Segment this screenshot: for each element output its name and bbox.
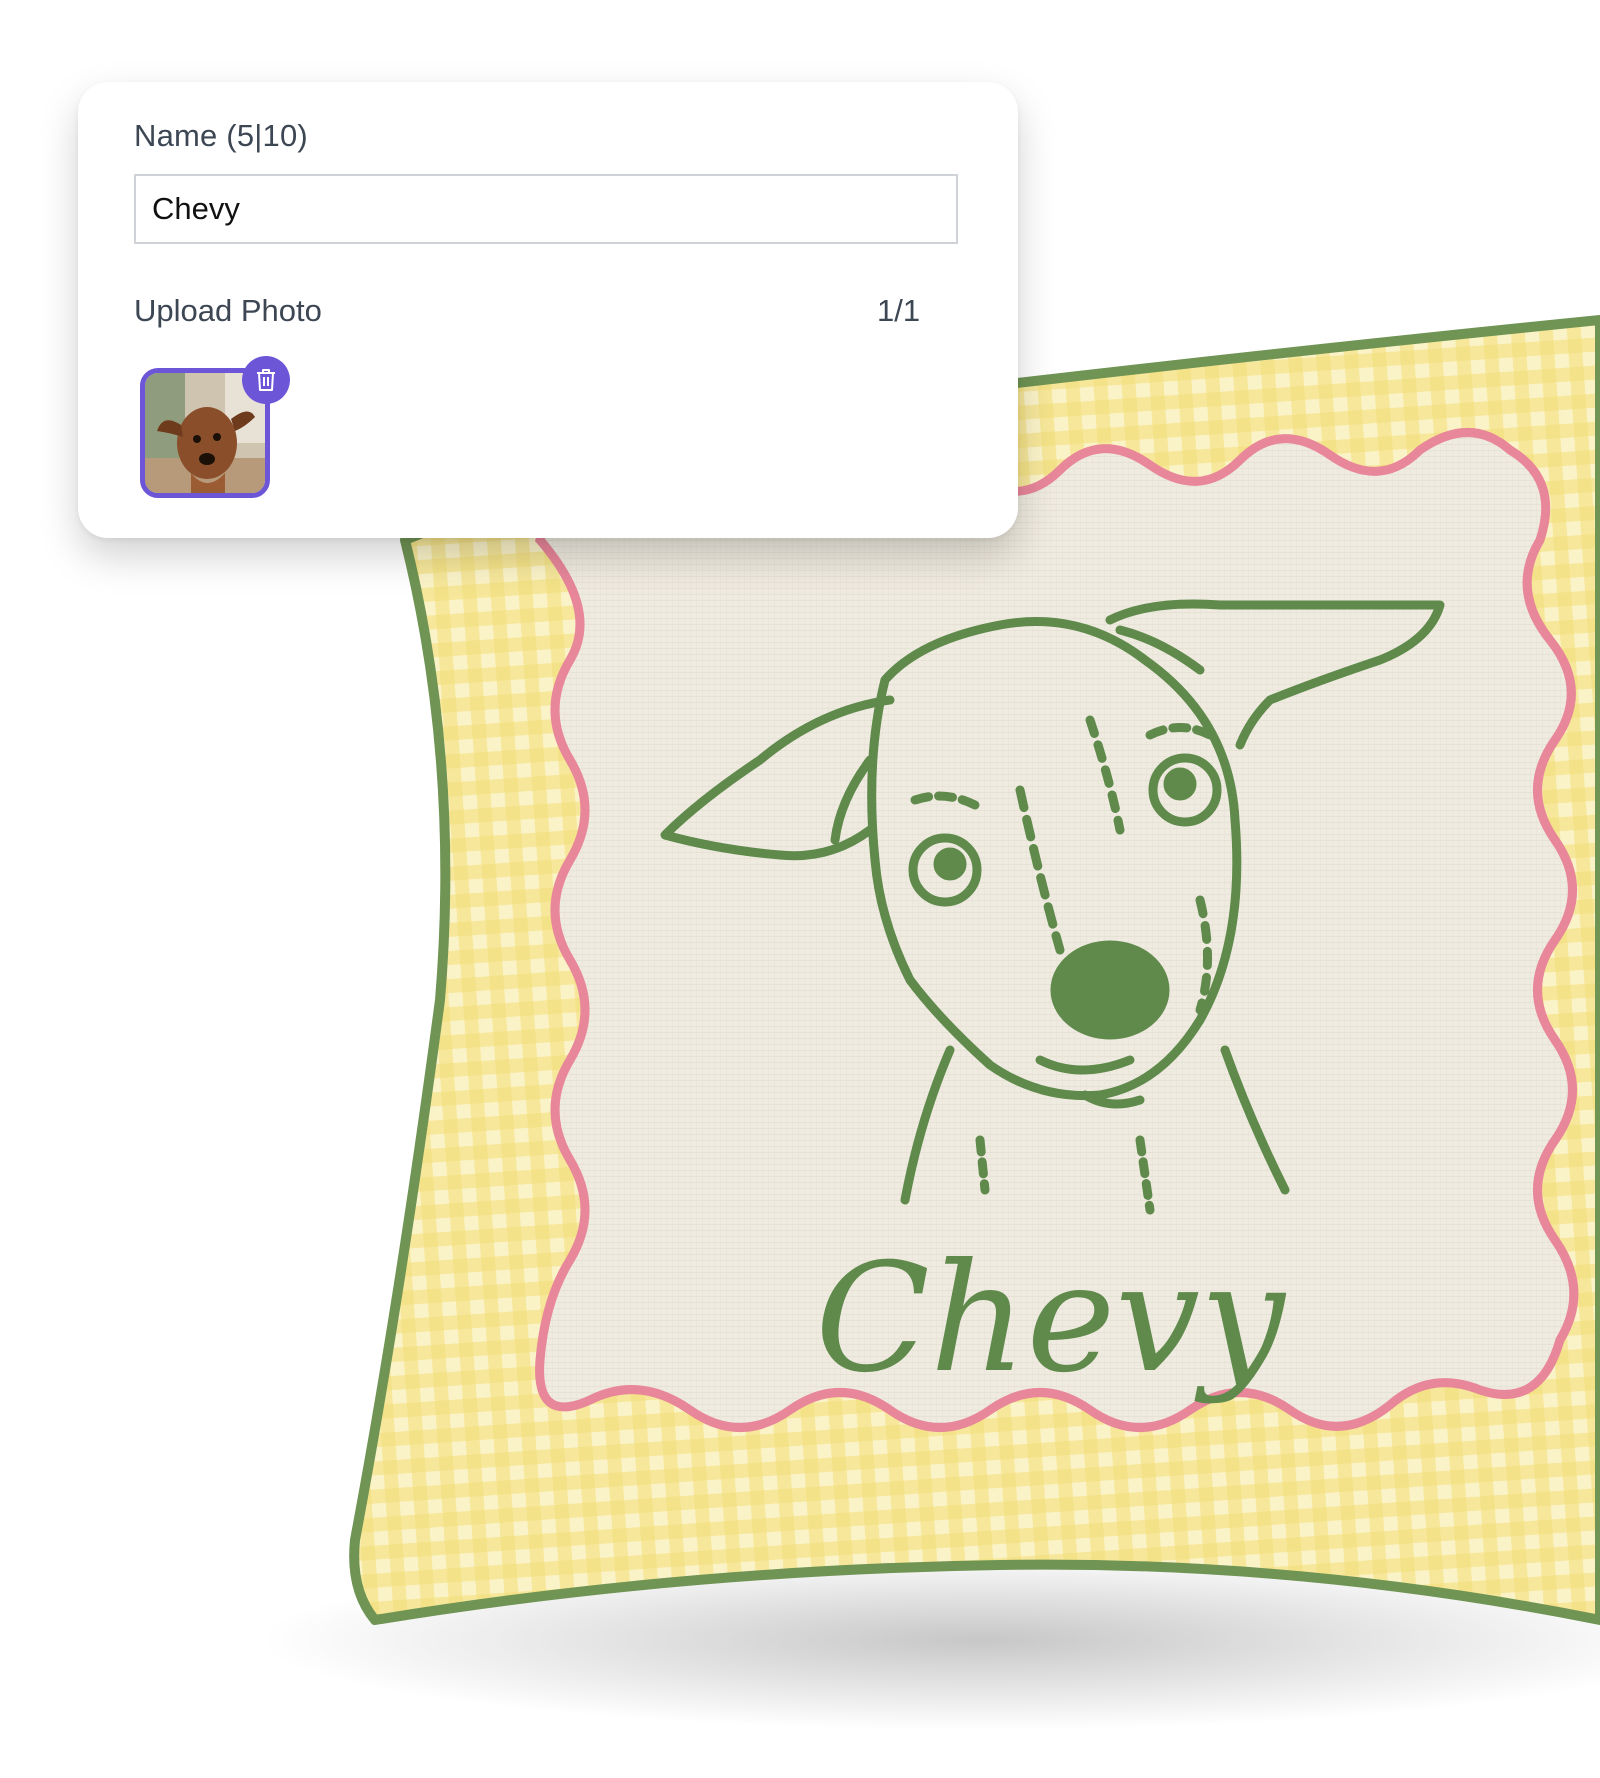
upload-photo-label: Upload Photo	[134, 293, 322, 328]
trash-icon	[257, 369, 275, 391]
name-input[interactable]	[134, 174, 958, 244]
name-field-label: Name (5|10)	[134, 118, 308, 153]
delete-photo-button[interactable]	[242, 356, 290, 404]
pillow-name-text: Chevy	[815, 1232, 1287, 1406]
personalization-panel: Name (5|10) Upload Photo 1/1	[78, 82, 1018, 538]
upload-count: 1/1	[877, 293, 921, 328]
